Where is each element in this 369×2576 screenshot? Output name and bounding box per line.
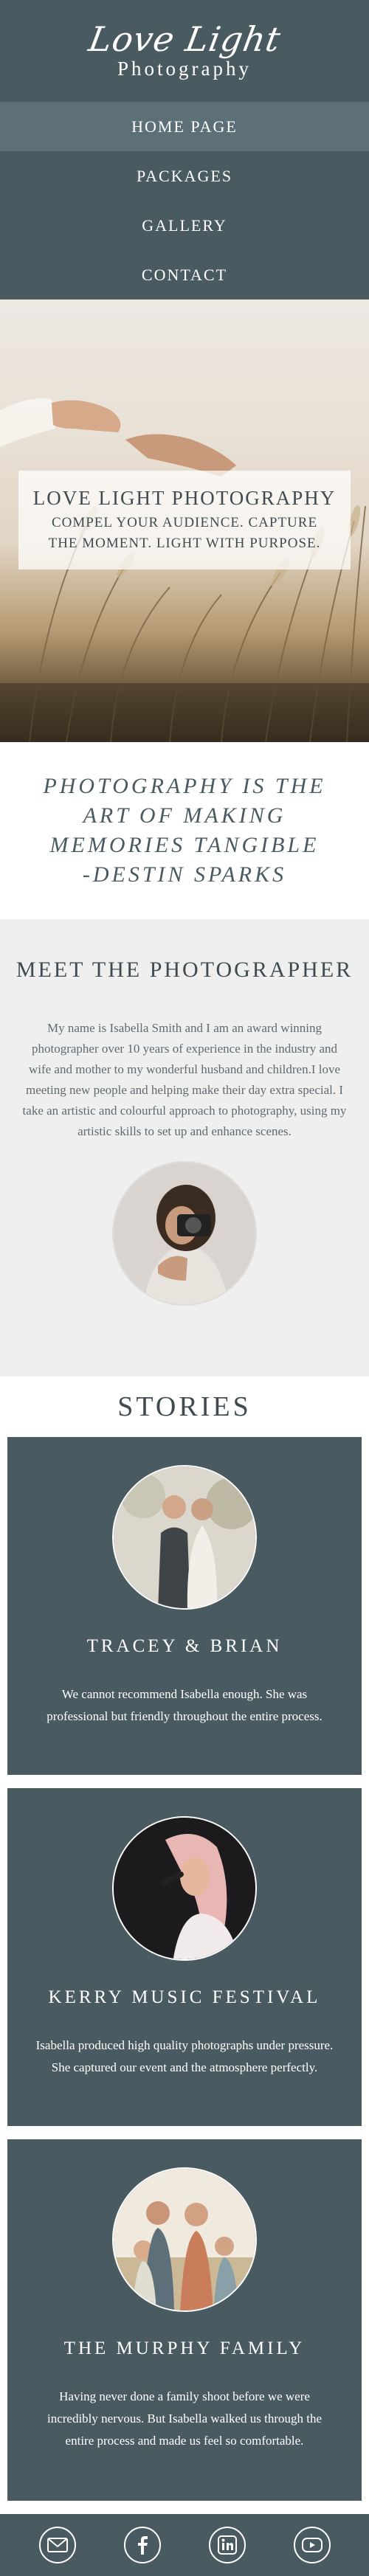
youtube-icon[interactable] <box>293 2527 331 2563</box>
quote-line-3: MEMORIES TANGIBLE <box>49 833 320 857</box>
email-icon[interactable] <box>38 2527 76 2563</box>
quote-author: -DESTIN SPARKS <box>82 862 287 887</box>
facebook-icon[interactable] <box>123 2527 161 2563</box>
quote-line-1: PHOTOGRAPHY IS THE <box>43 774 326 798</box>
site-header: Love Light Photography HOME PAGE PACKAGE… <box>0 0 369 300</box>
story-text: Having never done a family shoot before … <box>46 2389 323 2448</box>
hero-banner: LOVE LIGHT PHOTOGRAPHY COMPEL YOUR AUDIE… <box>0 300 369 742</box>
hero-title: LOVE LIGHT PHOTOGRAPHY <box>32 486 337 509</box>
story-photo <box>112 2167 257 2312</box>
story-title: TRACEY & BRIAN <box>86 1636 283 1656</box>
logo-script: Love Light <box>85 18 284 59</box>
quote-text: PHOTOGRAPHY IS THE ART OF MAKING MEMORIE… <box>22 772 347 890</box>
story-title: KERRY MUSIC FESTIVAL <box>48 1987 321 2007</box>
quote-section: PHOTOGRAPHY IS THE ART OF MAKING MEMORIE… <box>0 742 369 919</box>
meet-photographer-section: MEET THE PHOTOGRAPHER My name is Isabell… <box>0 919 369 1377</box>
meet-bio: My name is Isabella Smith and I am an aw… <box>22 1021 347 1138</box>
site-footer <box>0 2514 369 2576</box>
hero-overlay-box: LOVE LIGHT PHOTOGRAPHY COMPEL YOUR AUDIE… <box>18 471 351 569</box>
stories-header: STORIES <box>0 1377 369 1437</box>
story-title: THE MURPHY FAMILY <box>63 2338 306 2358</box>
nav-contact[interactable]: CONTACT <box>0 250 369 300</box>
story-text: Isabella produced high quality photograp… <box>35 2038 334 2074</box>
story-card: THE MURPHY FAMILY Having never done a fa… <box>7 2139 362 2501</box>
hero-tagline-1: COMPEL YOUR AUDIENCE. CAPTURE <box>51 514 318 530</box>
nav-home[interactable]: HOME PAGE <box>0 102 369 151</box>
story-card: KERRY MUSIC FESTIVAL Isabella produced h… <box>7 1788 362 2126</box>
story-photo <box>112 1465 257 1610</box>
quote-line-2: ART OF MAKING <box>83 803 286 828</box>
nav-packages[interactable]: PACKAGES <box>0 151 369 201</box>
linkedin-icon[interactable] <box>208 2527 246 2563</box>
story-photo <box>112 1816 257 1961</box>
photographer-portrait <box>112 1161 257 1306</box>
logo-subtitle: Photography <box>117 57 252 80</box>
nav-gallery[interactable]: GALLERY <box>0 201 369 250</box>
story-text: We cannot recommend Isabella enough. She… <box>46 1687 323 1723</box>
logo[interactable]: Love Light Photography <box>0 0 369 102</box>
meet-heading: MEET THE PHOTOGRAPHER <box>15 958 354 982</box>
story-card: TRACEY & BRIAN We cannot recommend Isabe… <box>7 1437 362 1775</box>
main-nav: HOME PAGE PACKAGES GALLERY CONTACT <box>0 102 369 300</box>
stories-heading: STORIES <box>117 1391 252 1422</box>
hero-tagline-2: THE MOMENT. LIGHT WITH PURPOSE. <box>48 535 321 551</box>
